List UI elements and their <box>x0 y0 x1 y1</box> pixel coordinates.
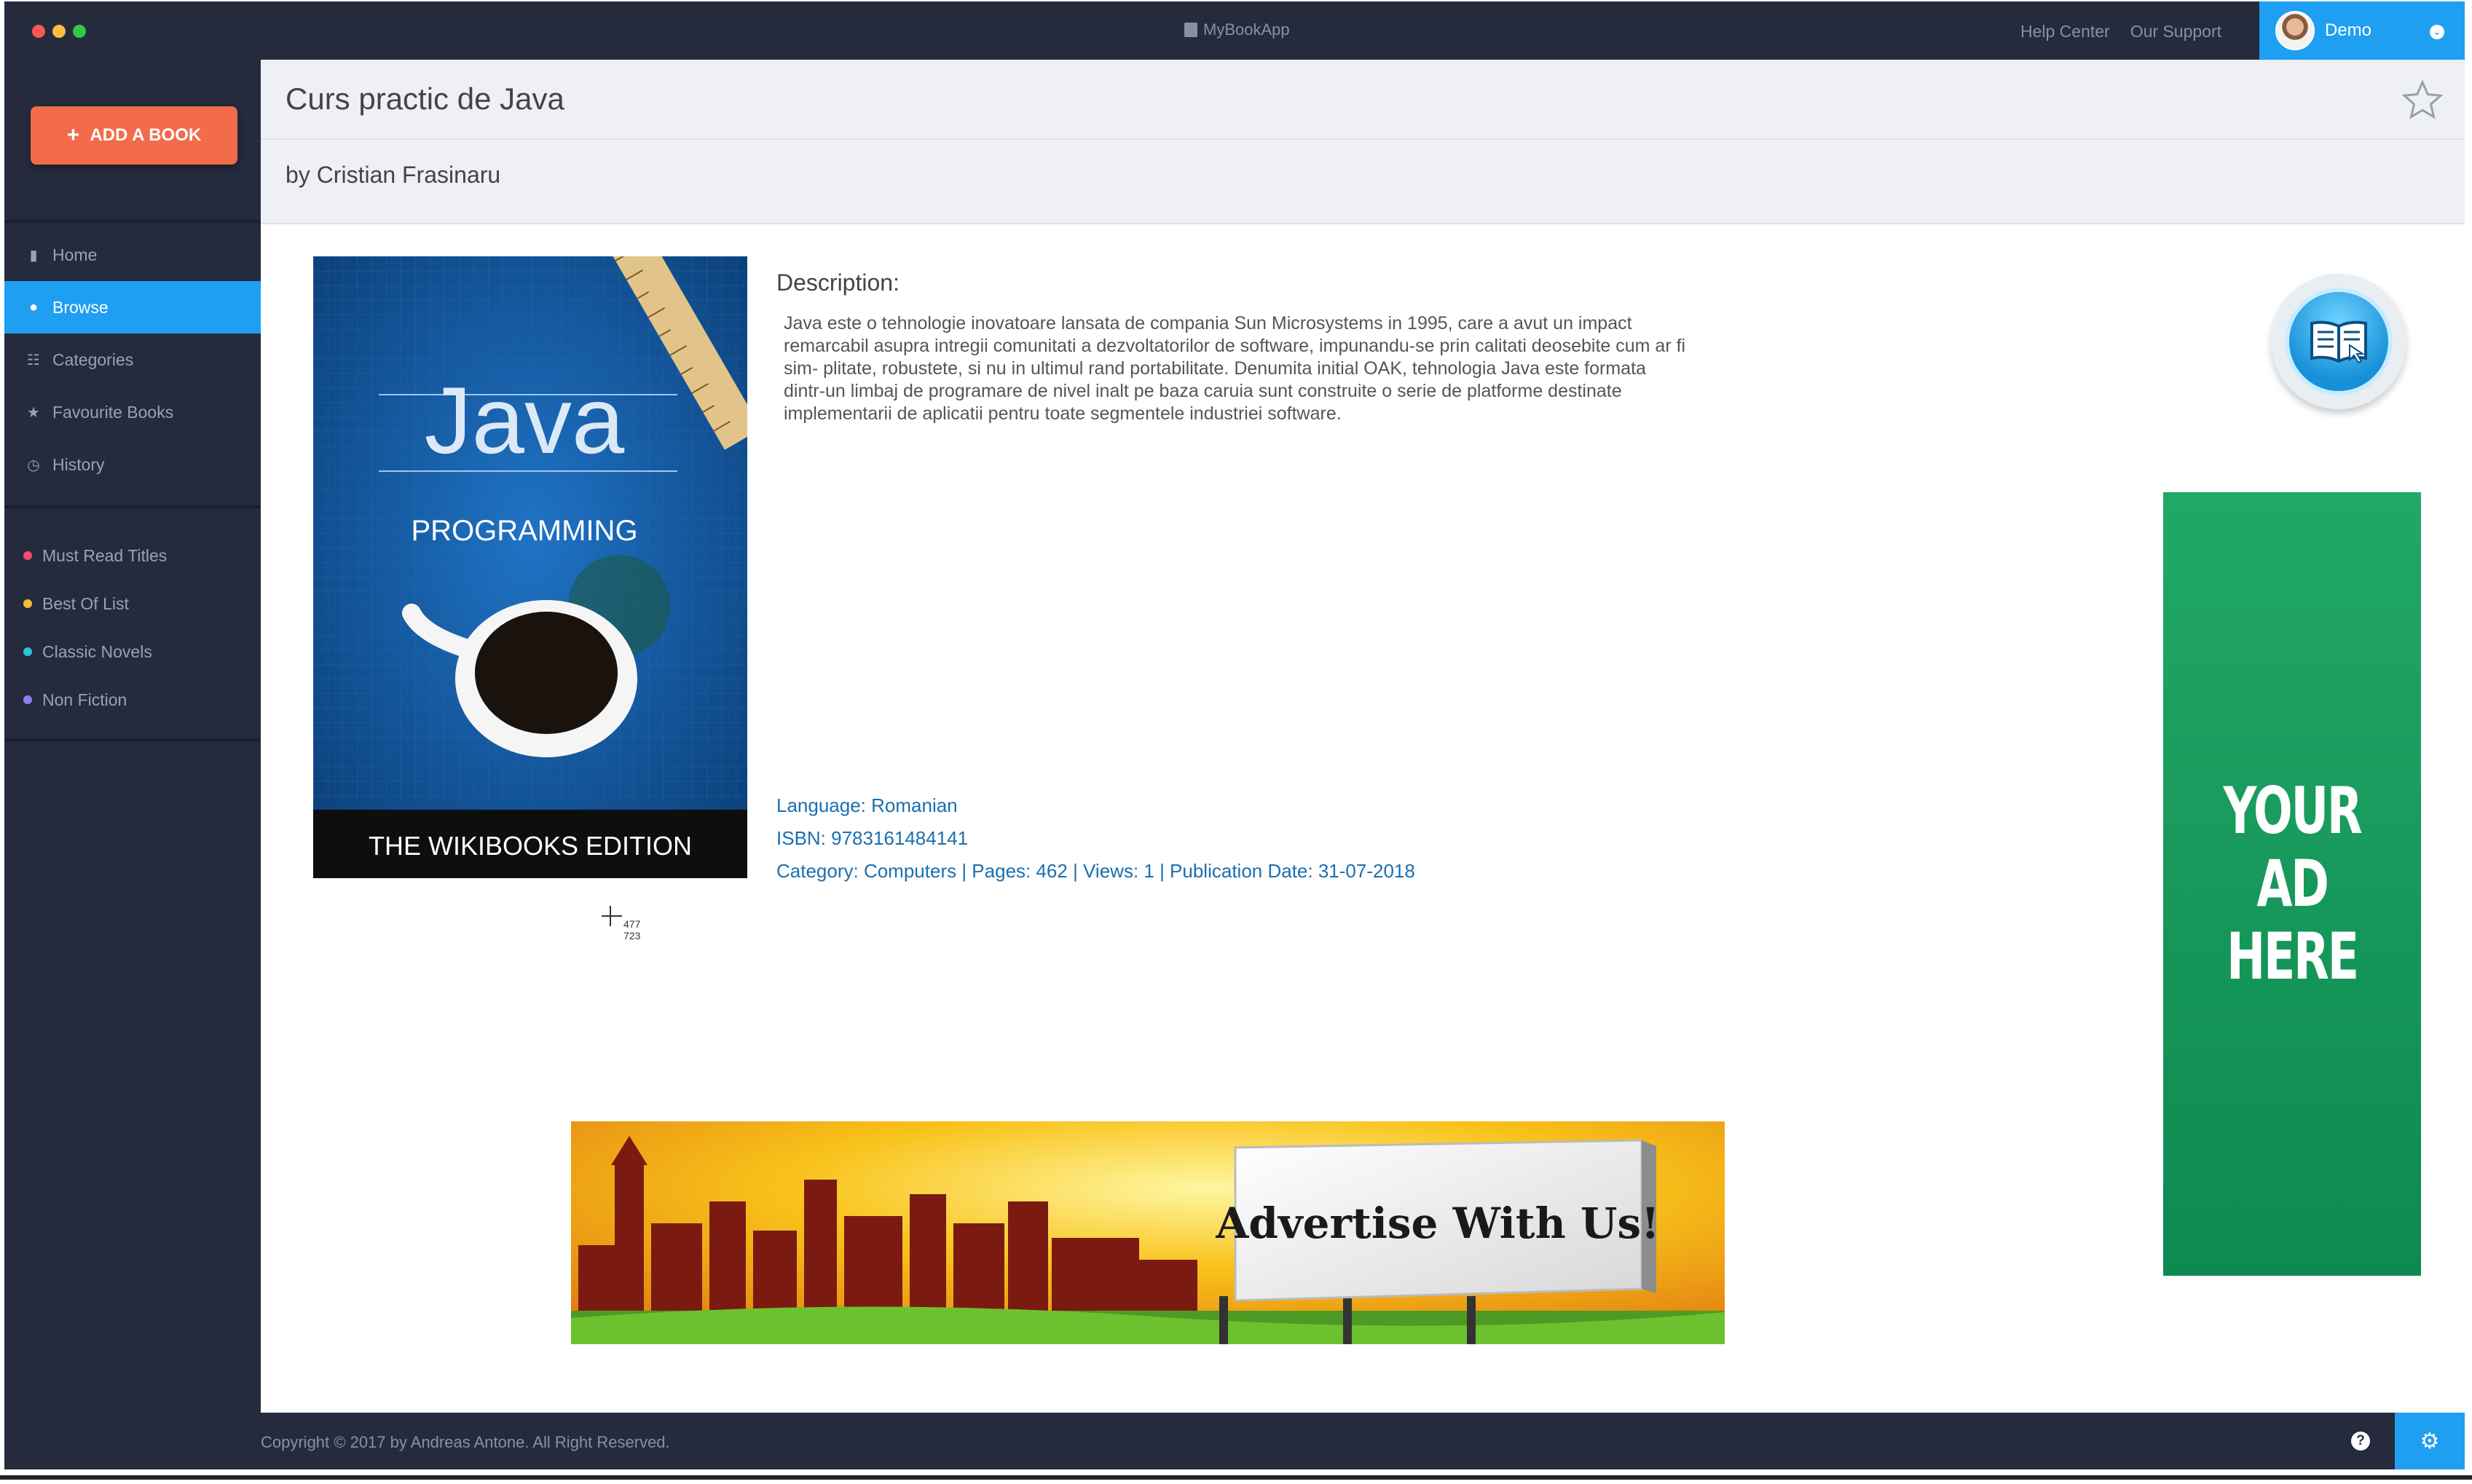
page-title: Curs practic de Java <box>286 82 564 116</box>
sidebar-divider <box>4 738 261 741</box>
description-block: Description: Java este o tehnologie inov… <box>776 269 1818 425</box>
sidebar-item-home[interactable]: ▮ Home <box>4 229 261 281</box>
dot-icon <box>23 647 32 656</box>
vertical-ad[interactable]: YOUR AD HERE <box>2163 492 2421 1276</box>
description-line: sim- plitate, robustete, si nu in ultimu… <box>784 358 1646 379</box>
description-line: remarcabil asupra intregii comunitati a … <box>784 336 1686 356</box>
sidebar-item-browse[interactable]: ● Browse <box>4 281 261 333</box>
help-button[interactable]: ? <box>2332 1413 2389 1469</box>
plus-icon: + <box>66 123 80 147</box>
list-item-label: Best Of List <box>42 593 129 613</box>
read-book-button[interactable] <box>2271 274 2406 409</box>
crosshair-cursor-icon: 477 723 <box>602 906 641 942</box>
isbn-info: ISBN: 9783161484141 <box>776 827 969 849</box>
sidebar-item-categories[interactable]: ☷ Categories <box>4 333 261 386</box>
book-icon: ▮ <box>29 247 38 264</box>
list-item-must-read[interactable]: Must Read Titles <box>4 532 261 580</box>
add-book-label: ADD A BOOK <box>90 125 202 145</box>
book-icon <box>1184 23 1197 37</box>
book-cover: Java PROGRAMMING THE WIKIBOOKS EDITION <box>313 256 747 878</box>
sidebar-item-favourite-books[interactable]: ★ Favourite Books <box>4 386 261 438</box>
book-details: Java PROGRAMMING THE WIKIBOOKS EDITION 4… <box>261 224 2465 1413</box>
cover-art: Java PROGRAMMING THE WIKIBOOKS EDITION <box>313 256 747 878</box>
sidebar-item-label: Browse <box>52 297 109 317</box>
ad-text-line2: HERE <box>2227 919 2359 994</box>
ad-text-line1: YOUR AD <box>2223 773 2362 921</box>
title-row: Curs practic de Java <box>261 60 2465 140</box>
sidebar-item-history[interactable]: ◷ History <box>4 438 261 491</box>
cursor-readout-y: 723 <box>623 930 641 942</box>
minimize-window-button[interactable] <box>52 25 66 38</box>
list-item-label: Non Fiction <box>42 690 127 709</box>
banner-ad[interactable]: Advertise With Us! <box>571 1121 1725 1344</box>
sidebar-divider <box>4 220 261 223</box>
details-info: Category: Computers | Pages: 462 | Views… <box>776 860 1415 882</box>
dot-icon <box>23 599 32 608</box>
book-meta: Language: Romanian ISBN: 9783161484141 C… <box>776 789 1415 888</box>
sidebar-divider <box>4 505 261 508</box>
list-item-non-fiction[interactable]: Non Fiction <box>4 676 261 724</box>
avatar <box>2275 11 2315 50</box>
description-line: dintr-un limbaj de programare de nivel i… <box>784 381 1622 401</box>
dot-icon <box>23 695 32 704</box>
footer: Copyright © 2017 by Andreas Antone. All … <box>4 1413 2465 1469</box>
sidebar-item-label: Favourite Books <box>52 402 174 422</box>
sidebar-item-label: History <box>52 454 105 474</box>
description-line: Java este o tehnologie inovatoare lansat… <box>784 313 1632 333</box>
cover-title: Java <box>425 367 625 473</box>
cursor-readout-x: 477 <box>623 918 641 930</box>
sidebar-item-label: Categories <box>52 350 134 369</box>
close-window-button[interactable] <box>32 25 45 38</box>
bottom-border <box>0 1475 2472 1480</box>
maximize-window-button[interactable] <box>73 25 86 38</box>
gear-icon: ⚙ <box>2420 1429 2440 1453</box>
our-support-link[interactable]: Our Support <box>2130 22 2221 42</box>
app-title: MyBookApp <box>1184 20 1290 39</box>
window-controls <box>32 25 86 38</box>
user-menu[interactable]: Demo ⌄ <box>2259 1 2465 60</box>
settings-button[interactable]: ⚙ <box>2395 1413 2465 1469</box>
book-header: Curs practic de Java by Cristian Frasina… <box>261 60 2465 224</box>
language-info: Language: Romanian <box>776 794 958 816</box>
question-icon: ? <box>2351 1432 2370 1451</box>
author-line: by Cristian Frasinaru <box>286 162 501 188</box>
banner-ad-art: Advertise With Us! <box>571 1121 1725 1344</box>
dot-icon <box>23 551 32 560</box>
title-bar: MyBookApp Help Center Our Support Demo ⌄ <box>4 1 2465 60</box>
app-name: MyBookApp <box>1203 20 1290 39</box>
app-window: MyBookApp Help Center Our Support Demo ⌄… <box>4 1 2465 1469</box>
clock-icon: ◷ <box>27 457 40 473</box>
cover-subtitle: PROGRAMMING <box>411 515 637 547</box>
grid-icon: ☷ <box>27 352 40 368</box>
description-text: Java este o tehnologie inovatoare lansat… <box>776 312 1818 425</box>
chevron-down-icon[interactable]: ⌄ <box>2430 25 2444 39</box>
sidebar-nav: ▮ Home ● Browse ☷ Categories ★ Favourite… <box>4 229 261 491</box>
open-book-icon <box>2310 320 2367 364</box>
globe-icon: ● <box>28 299 39 315</box>
list-item-label: Must Read Titles <box>42 545 168 565</box>
user-name: Demo <box>2325 20 2372 40</box>
banner-ad-text: Advertise With Us! <box>1215 1199 1659 1248</box>
list-item-best-of[interactable]: Best Of List <box>4 580 261 628</box>
help-center-link[interactable]: Help Center <box>2020 22 2110 42</box>
read-inner <box>2285 288 2393 395</box>
description-label: Description: <box>776 269 900 296</box>
copyright-text: Copyright © 2017 by Andreas Antone. All … <box>261 1433 670 1451</box>
sidebar-lists: Must Read Titles Best Of List Classic No… <box>4 532 261 724</box>
description-line: implementarii de aplicatii pentru toate … <box>784 403 1342 424</box>
cover-edition: THE WIKIBOOKS EDITION <box>369 831 692 861</box>
list-item-classic-novels[interactable]: Classic Novels <box>4 628 261 676</box>
list-item-label: Classic Novels <box>42 642 152 661</box>
favourite-star-icon[interactable] <box>2401 79 2444 122</box>
top-links: Help Center Our Support <box>2020 22 2221 42</box>
sidebar: + ADD A BOOK ▮ Home ● Browse ☷ Categorie… <box>4 60 261 1413</box>
add-book-button[interactable]: + ADD A BOOK <box>31 106 237 165</box>
sidebar-item-label: Home <box>52 245 98 264</box>
star-icon: ★ <box>27 404 40 421</box>
